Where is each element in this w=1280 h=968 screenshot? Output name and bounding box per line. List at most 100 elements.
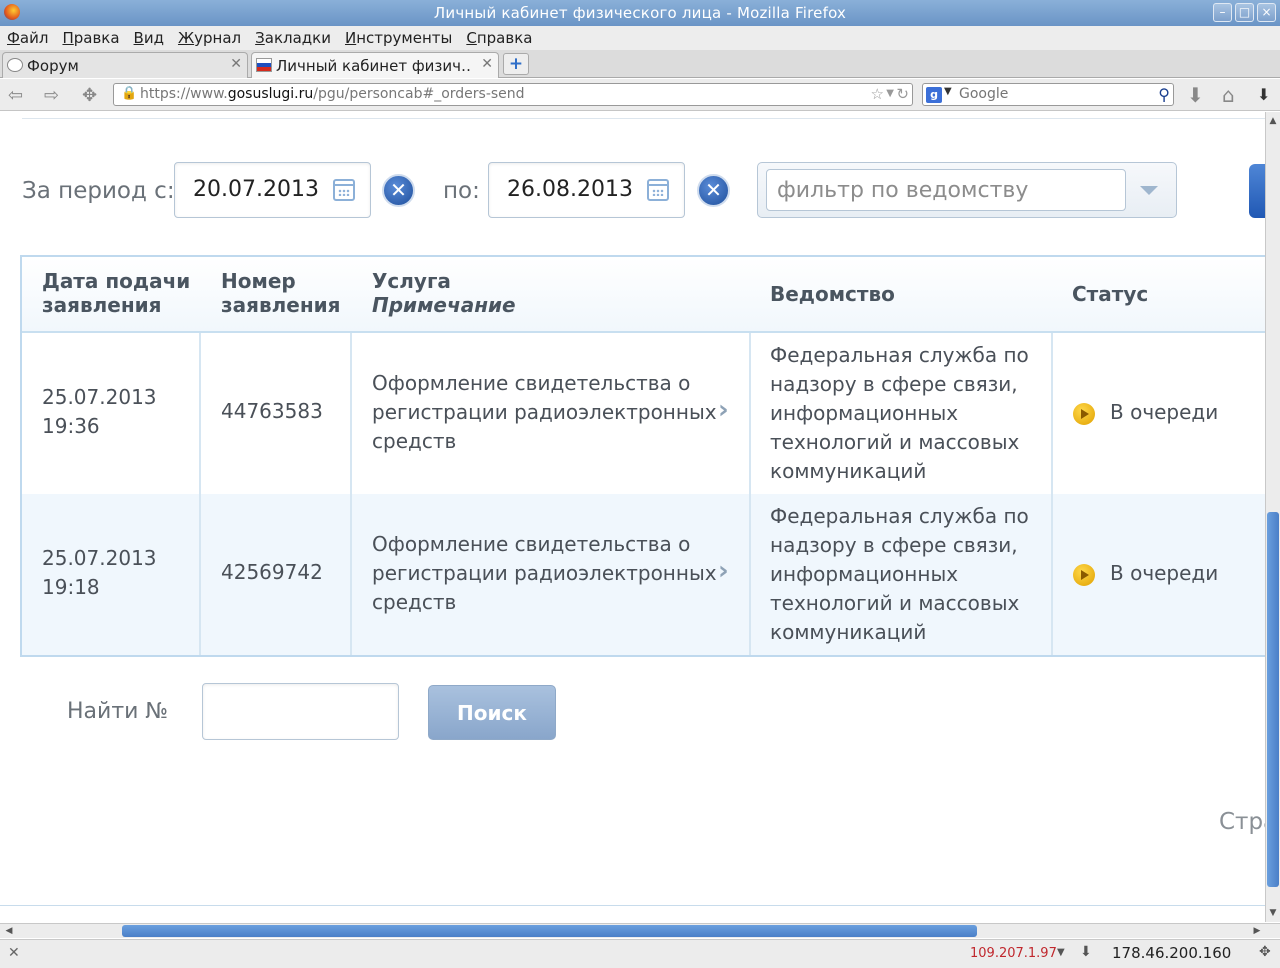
menu-edit[interactable]: Правка: [62, 26, 119, 50]
scroll-left-icon[interactable]: ◀: [2, 924, 16, 938]
date-from-field[interactable]: 20.07.2013: [174, 162, 371, 218]
clear-date-from-button[interactable]: ✕: [382, 174, 415, 207]
minimize-icon[interactable]: –: [1213, 3, 1232, 22]
row-agency: Федеральная служба по надзору в сфере свя…: [770, 343, 1029, 483]
status-bar: ✕ 109.207.1.97 ▼ ⬇ 178.46.200.160 ✥: [0, 939, 1280, 968]
close-icon[interactable]: ✕: [8, 945, 20, 961]
chevron-down-icon[interactable]: [1140, 186, 1158, 195]
menu-tools[interactable]: Инструменты: [345, 26, 452, 50]
column-divider: [749, 333, 751, 655]
google-engine-icon[interactable]: g: [926, 87, 942, 103]
row-service[interactable]: Оформление свидетельства о регистрации ра…: [372, 530, 717, 617]
scroll-right-icon[interactable]: ▶: [1250, 924, 1264, 938]
maximize-icon[interactable]: □: [1235, 3, 1254, 22]
row-agency: Федеральная служба по надзору в сфере свя…: [770, 504, 1029, 644]
tab-personal-cabinet[interactable]: Личный кабинет физич… ✕: [251, 52, 499, 78]
date-from-value[interactable]: 20.07.2013: [193, 177, 319, 202]
row-status: В очереди: [1110, 400, 1219, 424]
close-tab-icon[interactable]: ✕: [230, 56, 242, 72]
scroll-down-icon[interactable]: ▼: [1266, 906, 1280, 920]
close-tab-icon[interactable]: ✕: [481, 56, 493, 72]
chevron-down-icon[interactable]: ▼: [1057, 947, 1065, 958]
menu-bar: Файл Правка Вид Журнал Закладки Инструме…: [0, 26, 1280, 50]
web-search-input[interactable]: [959, 86, 1149, 102]
menu-file[interactable]: Файл: [7, 26, 48, 50]
find-number-label: Найти №: [67, 699, 169, 724]
queued-status-icon: [1073, 403, 1095, 425]
period-to-label: по:: [443, 178, 480, 204]
engine-dropdown-icon[interactable]: ▼: [944, 86, 952, 97]
column-divider: [199, 333, 201, 655]
tab-bar: Форум ✕ Личный кабинет физич… ✕ +: [0, 50, 1280, 78]
back-arrow-icon[interactable]: ⇦: [8, 85, 23, 106]
column-divider: [350, 333, 352, 655]
download-icon[interactable]: ⬇: [1080, 944, 1092, 960]
scroll-up-icon[interactable]: ▲: [1266, 114, 1280, 128]
forward-arrow-icon[interactable]: ⇨: [44, 85, 59, 106]
pagination-label: Стра: [1219, 809, 1265, 835]
header-date[interactable]: Дата подачи заявления: [42, 269, 190, 317]
apply-filter-button[interactable]: [1249, 164, 1265, 218]
tab-label: Форум: [27, 57, 79, 75]
home-icon[interactable]: ⌂: [1222, 83, 1235, 107]
vertical-scrollbar[interactable]: ▲ ▼: [1265, 112, 1280, 922]
tab-label: Личный кабинет физич…: [276, 57, 471, 75]
header-service[interactable]: Услуга Примечание: [372, 269, 516, 317]
downloads-icon[interactable]: ⬇: [1187, 83, 1204, 107]
calendar-icon[interactable]: [647, 179, 669, 201]
divider: [22, 118, 1265, 119]
window-controls: – □ ×: [1213, 3, 1276, 22]
menu-bookmarks[interactable]: Закладки: [255, 26, 331, 50]
find-number-input[interactable]: [202, 683, 399, 740]
download-arrow-icon[interactable]: ⬇: [1257, 85, 1270, 104]
lock-icon: 🔒: [121, 86, 138, 101]
identity-icon[interactable]: ✥: [82, 85, 97, 106]
row-service[interactable]: Оформление свидетельства о регистрации ра…: [372, 369, 717, 456]
close-window-icon[interactable]: ×: [1257, 3, 1276, 22]
search-box[interactable]: g ▼ ⚲: [922, 83, 1174, 106]
russia-flag-favicon-icon: [256, 58, 272, 72]
chevron-right-icon[interactable]: ›: [718, 395, 729, 425]
row-date: 25.07.2013 19:36: [42, 385, 157, 438]
calendar-icon[interactable]: [333, 179, 355, 201]
menu-history[interactable]: Журнал: [178, 26, 241, 50]
row-status: В очереди: [1110, 561, 1219, 585]
search-button[interactable]: Поиск: [428, 685, 556, 740]
row-date: 25.07.2013 19:18: [42, 546, 157, 599]
address-url[interactable]: https://www.gosuslugi.ru/pgu/personcab#_…: [140, 86, 525, 102]
clear-date-to-button[interactable]: ✕: [697, 174, 730, 207]
header-number[interactable]: Номер заявления: [221, 269, 341, 317]
agency-filter-input[interactable]: [766, 169, 1126, 211]
table-row[interactable]: 25.07.2013 19:36 44763583 Оформление свид…: [22, 333, 1265, 494]
chevron-right-icon[interactable]: ›: [718, 556, 729, 586]
table-row[interactable]: 25.07.2013 19:18 42569742 Оформление свид…: [22, 494, 1265, 655]
page-content: За период с: 20.07.2013 ✕ по: 26.08.2013…: [0, 112, 1265, 907]
ip-address-right: 178.46.200.160: [1112, 944, 1232, 962]
reload-icon[interactable]: ↻: [896, 85, 909, 103]
menu-help[interactable]: Справка: [466, 26, 532, 50]
header-agency[interactable]: Ведомство: [770, 282, 895, 306]
agency-filter-select[interactable]: [757, 162, 1177, 218]
applications-table: Дата подачи заявления Номер заявления Услу…: [20, 255, 1265, 657]
row-number: 42569742: [221, 560, 323, 584]
queued-status-icon: [1073, 564, 1095, 586]
address-bar[interactable]: 🔒 https://www.gosuslugi.ru/pgu/personcab…: [113, 83, 913, 106]
table-header: Дата подачи заявления Номер заявления Услу…: [22, 257, 1265, 333]
vertical-scroll-thumb[interactable]: [1267, 512, 1279, 887]
column-divider: [1051, 333, 1053, 655]
search-icon[interactable]: ⚲: [1158, 85, 1170, 104]
tab-forum[interactable]: Форум ✕: [2, 52, 248, 78]
horizontal-scrollbar[interactable]: ◀ ▶: [0, 923, 1280, 938]
new-tab-button[interactable]: +: [503, 53, 529, 75]
history-dropdown-icon[interactable]: ▼: [886, 88, 894, 99]
divider: [0, 905, 1265, 906]
header-status[interactable]: Статус: [1072, 282, 1148, 306]
menu-view[interactable]: Вид: [134, 26, 164, 50]
bookmark-star-icon[interactable]: ☆: [871, 85, 884, 103]
date-to-field[interactable]: 26.08.2013: [488, 162, 685, 218]
horizontal-scroll-thumb[interactable]: [122, 925, 977, 937]
date-to-value[interactable]: 26.08.2013: [507, 177, 633, 202]
addon-icon[interactable]: ✥: [1259, 944, 1271, 960]
window-title: Личный кабинет физического лица - Mozill…: [433, 4, 847, 22]
row-number: 44763583: [221, 399, 323, 423]
